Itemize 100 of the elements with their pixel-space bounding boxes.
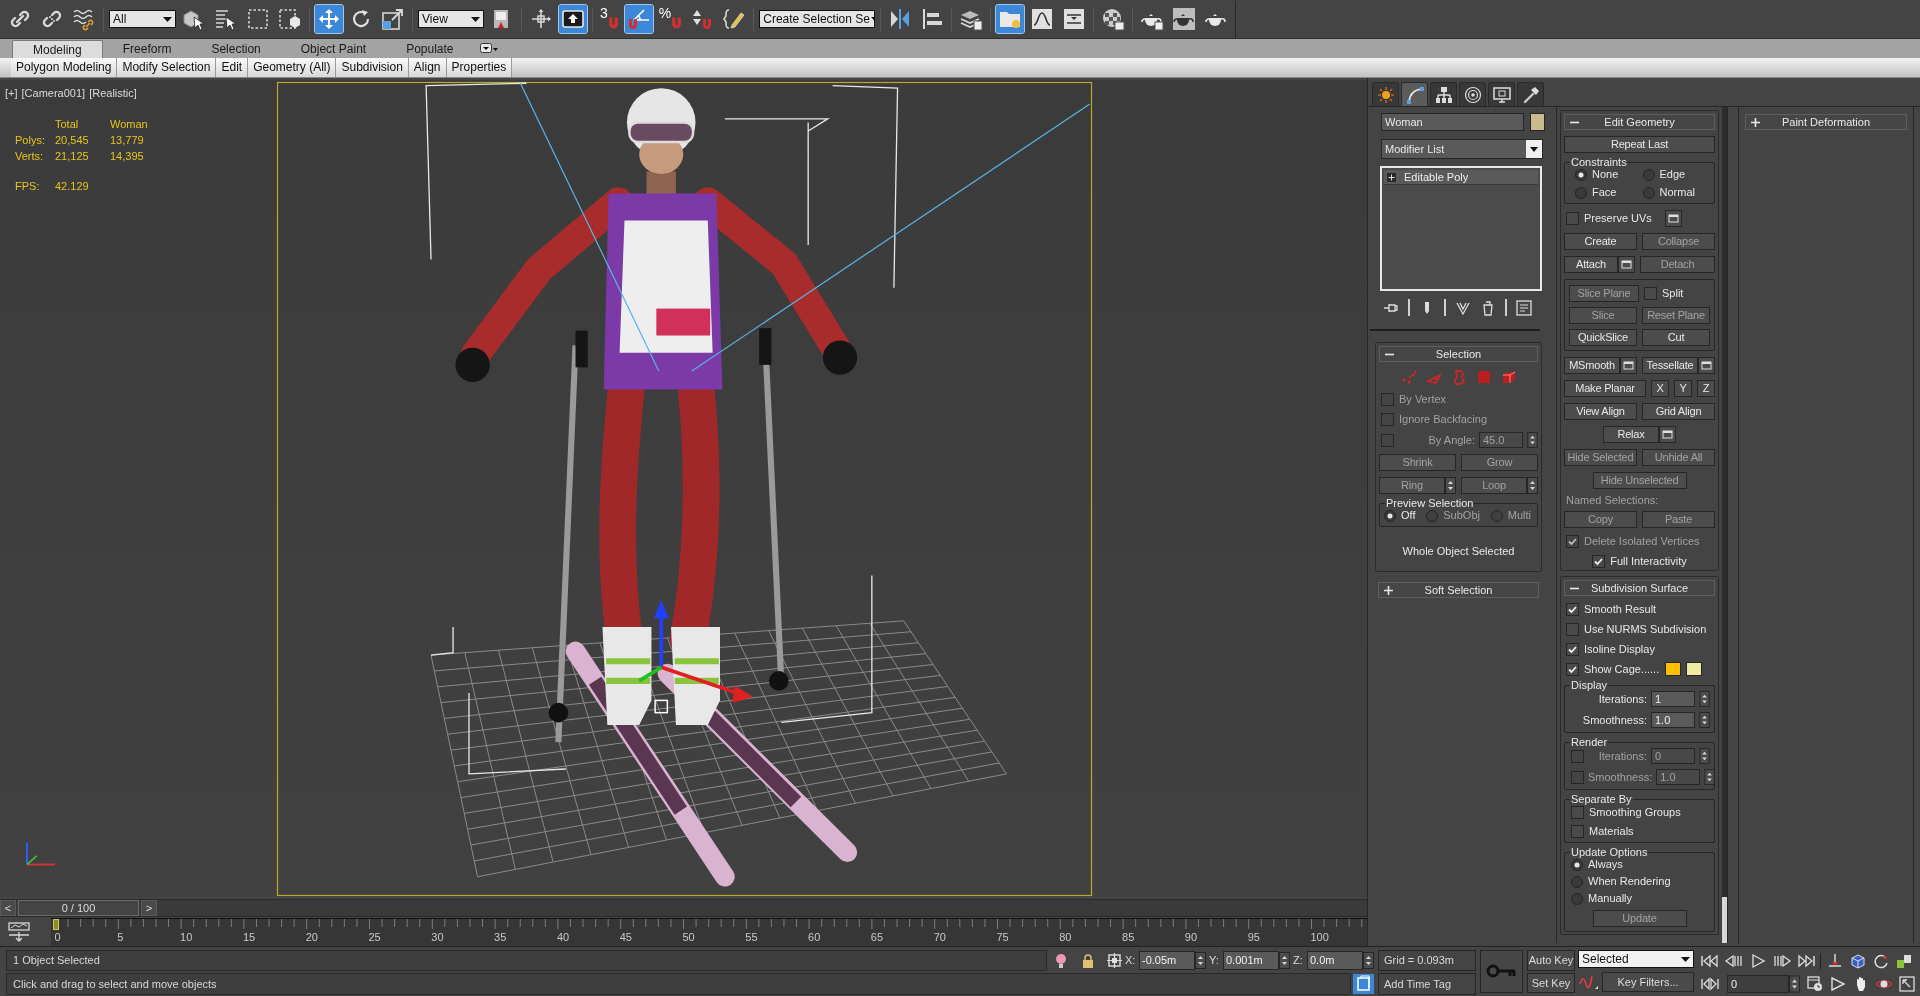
plus-icon[interactable] <box>1751 117 1760 127</box>
viewport-menu-label[interactable]: [Realistic] <box>89 85 137 102</box>
grid-align-button[interactable]: Grid Align <box>1642 403 1715 420</box>
rollout-header[interactable]: Paint Deformation <box>1745 114 1907 130</box>
make-planar-button[interactable]: Make Planar <box>1564 380 1646 397</box>
rollout-header[interactable]: Selection <box>1379 346 1538 362</box>
radio-button[interactable] <box>1384 509 1396 522</box>
ribbon-tab[interactable]: Selection <box>191 40 281 58</box>
color-swatch[interactable] <box>1665 662 1682 676</box>
msmooth-button[interactable]: MSmooth <box>1564 357 1620 374</box>
spinner-arrows-icon[interactable] <box>1704 769 1716 785</box>
scrollbar-thumb[interactable] <box>1722 897 1727 943</box>
modifier-list-dropdown[interactable]: Modifier List <box>1381 139 1543 159</box>
move-gizmo-icon[interactable] <box>638 600 754 714</box>
panel-tab[interactable] <box>1430 82 1457 106</box>
rollout-header[interactable]: Soft Selection <box>1378 582 1539 598</box>
snap-toggle-button[interactable]: 3 <box>598 5 621 33</box>
spinner-arrows-icon[interactable] <box>1789 975 1800 993</box>
key-filters-button[interactable]: Key Filters... <box>1602 972 1694 992</box>
clock-window-icon[interactable] <box>1807 976 1823 992</box>
triangle-icon[interactable] <box>1830 976 1846 992</box>
modifier-stack-item[interactable]: Editable Poly <box>1384 170 1538 185</box>
panel-tab[interactable] <box>1517 82 1544 106</box>
coordinate-system-dropdown[interactable]: View <box>418 10 484 28</box>
boxes-icon[interactable] <box>1896 952 1912 969</box>
scrollbar[interactable] <box>1722 107 1727 943</box>
auto-key-button[interactable]: Auto Key <box>1527 950 1575 971</box>
checkbox[interactable] <box>1566 642 1579 656</box>
ribbon-panel-button[interactable]: Polygon Modeling <box>11 58 118 77</box>
previous-frame-icon[interactable] <box>1724 952 1744 969</box>
color-swatch[interactable] <box>1686 662 1703 676</box>
snap-toggle-button[interactable]: % <box>656 5 685 33</box>
ribbon-options-icon[interactable] <box>479 43 498 55</box>
key-step-icon[interactable] <box>1700 977 1720 991</box>
ribbon-tab[interactable]: Freeform <box>102 40 192 58</box>
panel-tab[interactable] <box>1401 82 1428 106</box>
ribbon-panel-button[interactable]: Modify Selection <box>117 58 217 77</box>
orbit-arrows-icon[interactable] <box>1873 952 1889 969</box>
checkbox[interactable] <box>1566 602 1579 616</box>
radio-button[interactable] <box>1571 858 1583 871</box>
ribbon-panel-button[interactable]: Align <box>408 58 447 77</box>
checkbox[interactable] <box>1571 805 1584 819</box>
element-cube-icon[interactable] <box>1500 369 1517 385</box>
window-icon[interactable] <box>1620 357 1637 374</box>
window-icon[interactable] <box>1698 357 1715 374</box>
radio-button[interactable] <box>1642 168 1655 181</box>
window-icon[interactable] <box>1618 256 1635 273</box>
x-button[interactable]: X <box>1651 380 1669 397</box>
arrow-axis-icon[interactable] <box>1827 952 1843 969</box>
panel-tab[interactable] <box>1372 82 1399 106</box>
next-frame-button[interactable]: > <box>141 900 157 916</box>
attach-button[interactable]: Attach <box>1564 256 1618 273</box>
cut-button[interactable]: Cut <box>1642 329 1710 346</box>
spinner-arrows-icon[interactable] <box>1527 432 1538 448</box>
checkbox[interactable] <box>1566 662 1579 676</box>
spinner-arrows-icon[interactable] <box>1699 748 1710 764</box>
key-set-dropdown[interactable]: Selected <box>1578 950 1694 968</box>
crosshair-box-icon[interactable] <box>1107 953 1122 968</box>
radio-button[interactable] <box>1575 186 1587 199</box>
current-frame-marker[interactable] <box>52 919 59 930</box>
repeat-last-button[interactable]: Repeat Last <box>1564 136 1715 153</box>
checkbox[interactable] <box>1644 287 1657 300</box>
window-icon[interactable] <box>1664 210 1682 227</box>
spinner-arrows-icon[interactable] <box>1699 691 1710 707</box>
selection-set-dropdown[interactable]: Create Selection Se <box>759 10 876 28</box>
checkbox[interactable] <box>1566 212 1579 225</box>
radio-button[interactable] <box>1642 186 1655 199</box>
trackbar[interactable]: 0 5 10 15 20 25 30 35 40 45 50 55 60 65 70 75 80 85 90 95 100 <box>51 918 1367 946</box>
checkbox[interactable] <box>1566 622 1579 636</box>
bulb-icon[interactable] <box>1054 952 1068 969</box>
window-icon[interactable] <box>1659 426 1676 443</box>
relax-button[interactable]: Relax <box>1603 426 1659 443</box>
cube-icon[interactable] <box>1850 952 1866 969</box>
maximize-icon[interactable] <box>1899 976 1915 992</box>
number-field[interactable]: 1.0 <box>1651 712 1695 728</box>
ribbon-tab[interactable]: Modeling <box>12 40 103 58</box>
move-arrows-icon[interactable] <box>315 5 343 33</box>
panel-tab[interactable] <box>1488 82 1515 106</box>
lock-icon[interactable] <box>1082 953 1094 968</box>
skip-start-icon[interactable] <box>1700 952 1720 969</box>
spinner-arrows-icon[interactable] <box>1279 951 1290 970</box>
checkbox[interactable] <box>1592 554 1606 568</box>
time-slider-thumb[interactable]: 0 / 100 <box>18 900 139 916</box>
plus-icon[interactable] <box>1384 585 1393 595</box>
create-button[interactable]: Create <box>1564 233 1637 250</box>
spinner-arrows-icon[interactable] <box>1363 951 1374 970</box>
add-time-tag-button[interactable]: Add Time Tag <box>1378 973 1476 995</box>
ribbon-tab[interactable]: Object Paint <box>280 40 387 58</box>
radio-button[interactable] <box>1571 892 1583 905</box>
coordinate-field[interactable]: 0.001m <box>1223 951 1279 970</box>
ribbon-panel-button[interactable]: Subdivision <box>336 58 409 77</box>
ribbon-panel-button[interactable]: Properties <box>446 58 513 77</box>
vertex-dots-icon[interactable] <box>1400 369 1417 385</box>
tessellate-button[interactable]: Tessellate <box>1642 357 1698 374</box>
object-color-swatch[interactable] <box>1530 113 1545 131</box>
current-frame-field[interactable]: 0 <box>1727 975 1789 993</box>
object-name-field[interactable]: Woman <box>1381 113 1524 131</box>
angle-magnet-icon[interactable] <box>624 5 653 33</box>
selection-filter-dropdown[interactable]: All <box>109 10 176 28</box>
plus-box-icon[interactable] <box>1387 172 1396 182</box>
